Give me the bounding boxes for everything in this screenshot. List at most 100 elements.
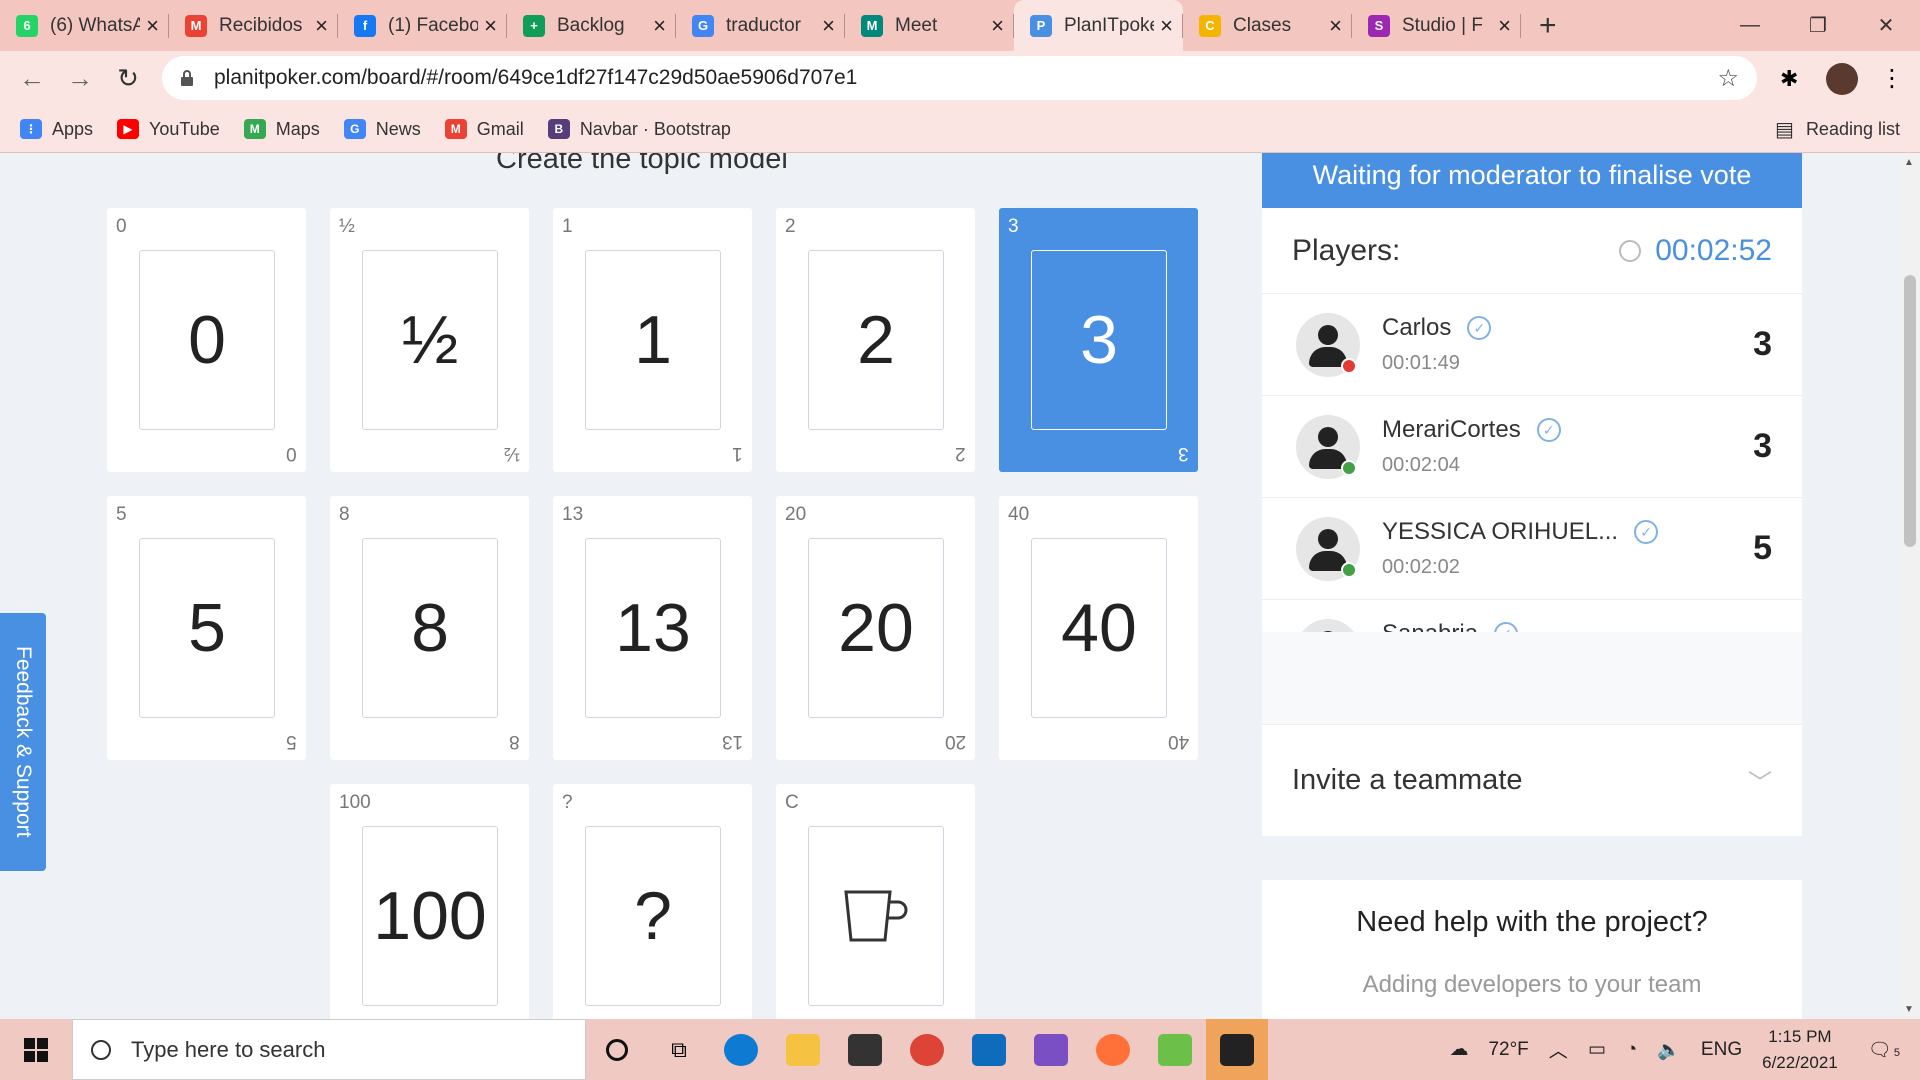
apps-grid-icon: ⋮ (20, 119, 42, 139)
bookmark-item[interactable]: M Gmail (444, 119, 524, 140)
language-indicator[interactable]: ENG (1701, 1039, 1742, 1061)
volume-icon[interactable]: 🔈 (1657, 1038, 1681, 1062)
snipping-tool-icon[interactable] (1144, 1019, 1206, 1080)
invite-teammate-toggle[interactable]: Invite a teammate ﹀ (1262, 724, 1802, 836)
vote-card[interactable]: 100 100 100 (330, 784, 529, 1019)
browser-tab[interactable]: M Recibidos × (169, 0, 338, 51)
tray-chevron-up-icon[interactable]: ︿ (1549, 1036, 1568, 1063)
weather-temp[interactable]: 72°F (1488, 1039, 1528, 1061)
wifi-icon[interactable]: ◔ (1626, 1039, 1637, 1061)
card-corner-label: 3 (1008, 216, 1019, 237)
maps-icon: M (243, 119, 266, 139)
card-value: 0 (139, 250, 275, 430)
players-panel: Players: 00:02:52 Carlos ✓ 00:01:49 3 Mer… (1262, 208, 1802, 836)
avatar (1296, 516, 1360, 581)
bookmark-item[interactable]: G News (343, 119, 421, 140)
browser-tab[interactable]: C Clases × (1183, 0, 1352, 51)
reading-list-button[interactable]: ▤ Reading list (1775, 117, 1900, 142)
vote-card[interactable]: ? ? ? (553, 784, 752, 1019)
taskbar-search-input[interactable]: Type here to search (72, 1019, 586, 1080)
chrome-icon[interactable] (896, 1019, 958, 1080)
file-explorer-icon[interactable] (772, 1019, 834, 1080)
vote-card[interactable]: 5 5 5 (107, 496, 306, 760)
page-scrollbar[interactable]: ▲ ▼ (1900, 153, 1920, 1019)
scroll-thumb[interactable] (1904, 275, 1916, 547)
close-tab-icon[interactable]: × (822, 13, 835, 39)
firefox-icon[interactable] (1082, 1019, 1144, 1080)
close-tab-icon[interactable]: × (991, 13, 1004, 39)
reload-icon[interactable]: ↻ (104, 63, 152, 94)
browser-tab[interactable]: f (1) Facebook × (338, 0, 507, 51)
card-value: 8 (362, 538, 498, 718)
notifications-icon[interactable]: 🗨 5 (1868, 1038, 1910, 1062)
new-tab-icon[interactable]: + (1539, 9, 1579, 43)
card-corner-label: 100 (339, 792, 371, 813)
close-tab-icon[interactable]: × (1329, 13, 1342, 39)
back-icon[interactable]: ← (8, 63, 56, 94)
close-tab-icon[interactable]: × (1160, 13, 1173, 39)
card-corner-label-rotated: 40 (1167, 731, 1189, 752)
mail-icon[interactable] (958, 1019, 1020, 1080)
vote-card[interactable]: 0 0 0 (107, 208, 306, 472)
vote-card[interactable]: 40 40 40 (999, 496, 1198, 760)
task-view-icon[interactable]: ⧉ (648, 1019, 710, 1080)
browser-tab[interactable]: M Meet × (845, 0, 1014, 51)
bookmark-item[interactable]: ⋮ Apps (20, 119, 93, 140)
sheets-icon: + (523, 14, 545, 37)
vote-card[interactable]: 20 20 20 (776, 496, 975, 760)
bookmark-star-icon[interactable]: ☆ (1717, 64, 1739, 93)
windows-start-button[interactable] (0, 1019, 72, 1080)
help-title: Need help with the project? (1356, 906, 1708, 938)
card-corner-label: ½ (339, 216, 355, 237)
vote-card[interactable]: 2 2 2 (776, 208, 975, 472)
browser-tab[interactable]: S Studio | F × (1352, 0, 1521, 51)
edge-icon[interactable] (710, 1019, 772, 1080)
visual-studio-icon[interactable] (1020, 1019, 1082, 1080)
cortana-icon[interactable] (586, 1019, 648, 1080)
battery-icon[interactable]: ▭ (1588, 1038, 1606, 1061)
minimize-icon[interactable]: — (1716, 14, 1784, 37)
bookmark-item[interactable]: B Navbar · Bootstrap (547, 119, 731, 140)
vote-card[interactable]: 8 8 8 (330, 496, 529, 760)
status-dot (1341, 357, 1357, 374)
browser-tab[interactable]: P PlanITpoker × (1014, 0, 1183, 51)
scroll-up-icon[interactable]: ▲ (1904, 157, 1914, 168)
vote-card[interactable]: 1 1 1 (553, 208, 752, 472)
browser-tab[interactable]: G traductor × (676, 0, 845, 51)
vote-card[interactable]: ½ ½ ½ (330, 208, 529, 472)
store-icon[interactable] (834, 1019, 896, 1080)
browser-tab[interactable]: + Backlog × (507, 0, 676, 51)
vote-card[interactable]: 3 3 3 (999, 208, 1198, 472)
card-value: ½ (362, 250, 498, 430)
sticky-notes-icon[interactable] (1206, 1019, 1268, 1080)
card-corner-label-rotated: 1 (732, 443, 743, 464)
players-header: Players: 00:02:52 (1262, 208, 1802, 294)
vote-card[interactable]: C C (776, 784, 975, 1019)
close-tab-icon[interactable]: × (146, 13, 159, 39)
bookmark-item[interactable]: M Maps (243, 119, 320, 140)
close-window-icon[interactable]: ✕ (1852, 13, 1920, 38)
card-value: 5 (139, 538, 275, 718)
tab-title: Studio | F (1402, 14, 1483, 36)
close-tab-icon[interactable]: × (315, 13, 328, 39)
extensions-icon[interactable]: ✱ (1780, 66, 1798, 92)
close-tab-icon[interactable]: × (484, 13, 497, 39)
bookmark-item[interactable]: ▶ YouTube (117, 119, 220, 140)
scroll-down-icon[interactable]: ▼ (1904, 1004, 1914, 1015)
profile-avatar[interactable] (1826, 62, 1858, 95)
browser-tab[interactable]: 6 (6) WhatsApp × (0, 0, 169, 51)
forward-icon[interactable]: → (56, 63, 104, 94)
taskbar-clock[interactable]: 1:15 PM 6/22/2021 (1762, 1024, 1838, 1076)
vote-card[interactable]: 13 13 13 (553, 496, 752, 760)
reading-list-icon: ▤ (1775, 118, 1794, 141)
card-value: 100 (362, 826, 498, 1006)
close-tab-icon[interactable]: × (653, 13, 666, 39)
url-input[interactable]: planitpoker.com/board/#/room/649ce1df27f… (162, 56, 1757, 100)
avatar (1296, 312, 1360, 377)
restore-icon[interactable]: ❐ (1784, 13, 1852, 38)
weather-icon[interactable]: ☁ (1449, 1038, 1468, 1061)
menu-icon[interactable]: ⋮ (1880, 64, 1904, 93)
close-tab-icon[interactable]: × (1498, 13, 1511, 39)
player-vote: 3 (1753, 427, 1772, 465)
feedback-support-tab[interactable]: Feedback & Support (0, 613, 46, 871)
